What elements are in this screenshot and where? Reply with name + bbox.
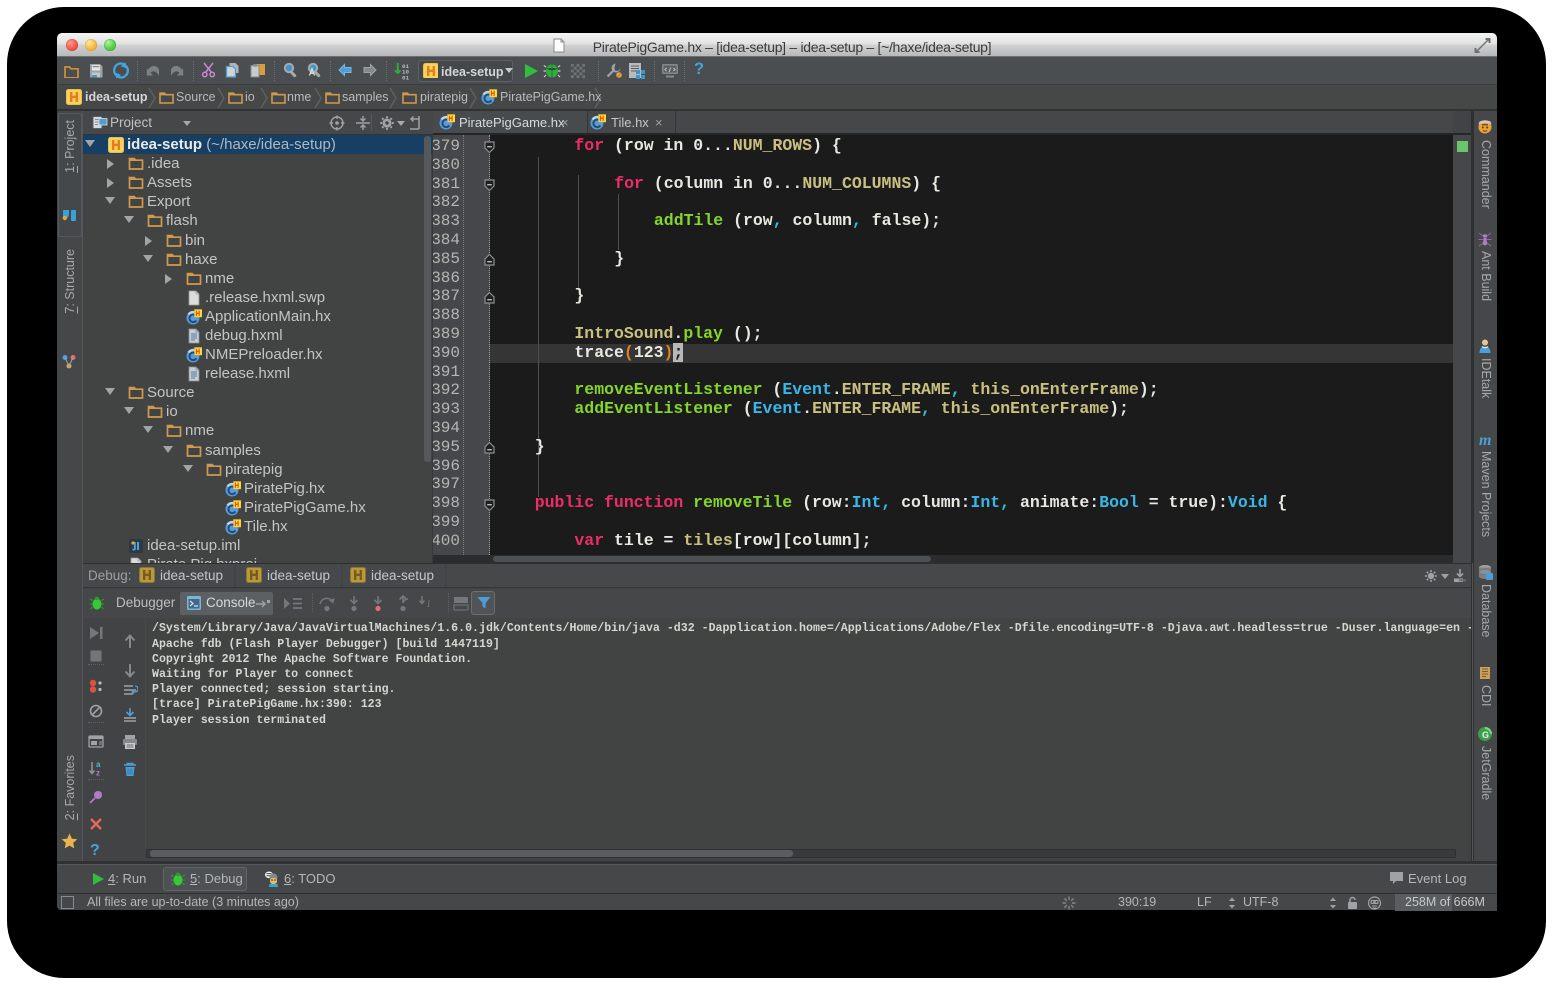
svg-text:G: G xyxy=(1482,730,1489,740)
svg-text:?: ? xyxy=(90,842,100,857)
svg-text:I: I xyxy=(426,599,431,609)
svg-text:01: 01 xyxy=(402,75,410,80)
svg-text:z: z xyxy=(96,769,100,777)
svg-text:m: m xyxy=(1479,432,1491,447)
